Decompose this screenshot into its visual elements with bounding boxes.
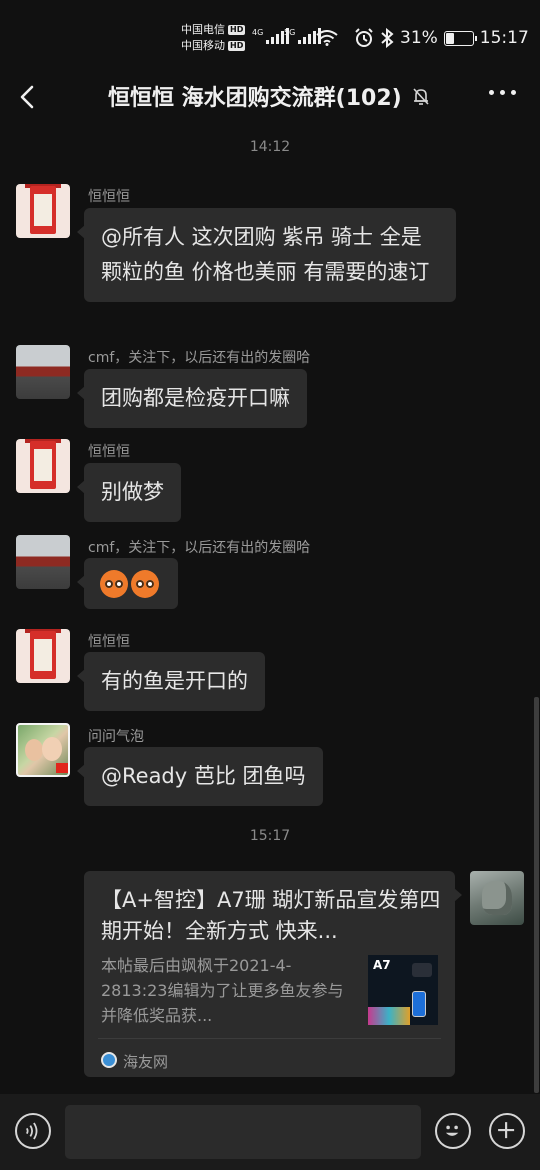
battery-icon (443, 30, 477, 46)
link-card-title: 【A+智控】A7珊 瑚灯新品宣发第四期开始！全新方式 快来... (101, 888, 441, 943)
hd-badge: HD (228, 25, 246, 35)
sender-name: cmf，关注下，以后还有出的发圈哈 (88, 540, 311, 556)
link-card-thumbnail: A7 (368, 955, 438, 1025)
link-card[interactable]: 【A+智控】A7珊 瑚灯新品宣发第四期开始！全新方式 快来... 本帖最后由飒枫… (84, 871, 462, 1077)
bluetooth-icon (381, 28, 394, 48)
status-bar: 中国电信 HD 中国移动 HD 4G 5G 31% 15:17 (0, 0, 540, 80)
avatar[interactable] (16, 345, 70, 399)
voice-input-button[interactable] (15, 1113, 51, 1149)
avatar[interactable] (16, 629, 70, 683)
link-card-description: 本帖最后由飒枫于2021-4-2813:23编辑为了让更多鱼友参与并降低奖品获.… (101, 956, 344, 1025)
battery-percent: 31% (400, 28, 438, 48)
sender-name: cmf，关注下，以后还有出的发圈哈 (88, 350, 311, 366)
carrier-2: 中国移动 (181, 39, 225, 52)
emoji-button[interactable] (435, 1113, 471, 1149)
timestamp: 14:12 (249, 139, 291, 155)
wifi-icon (316, 30, 338, 46)
my-avatar[interactable] (470, 871, 524, 925)
more-options-button[interactable] (489, 90, 516, 95)
mute-bell-icon (413, 88, 429, 105)
timestamp: 15:17 (249, 828, 291, 844)
divider (98, 1038, 441, 1039)
chat-header: 恒恒恒 海水团购交流群(102) (0, 70, 540, 122)
avatar[interactable] (16, 439, 70, 493)
source-logo-icon (101, 1052, 117, 1068)
clock: 15:17 (479, 28, 529, 48)
avatar[interactable] (16, 535, 70, 589)
carrier-info: 中国电信 HD 中国移动 HD (181, 22, 246, 54)
message-bubble[interactable]: @所有人 这次团购 紫吊 骑士 全是颗粒的鱼 价格也美丽 有需要的速订 (77, 208, 456, 302)
more-functions-button[interactable] (489, 1113, 525, 1149)
message-bubble[interactable]: 团购都是检疫开口嘛 (77, 369, 307, 428)
scrollbar[interactable] (534, 697, 539, 1093)
emoji-icon (100, 570, 128, 598)
emoji-icon (131, 570, 159, 598)
chat-title: 恒恒恒 海水团购交流群(102) (108, 86, 402, 111)
message-input[interactable] (65, 1105, 421, 1159)
sender-name: 恒恒恒 (88, 634, 130, 650)
message-bubble[interactable] (77, 558, 178, 609)
message-bubble[interactable]: 有的鱼是开口的 (77, 652, 265, 711)
avatar[interactable] (16, 723, 70, 777)
input-bar (0, 1094, 540, 1170)
message-bubble[interactable]: 别做梦 (77, 463, 181, 522)
back-button[interactable] (14, 82, 44, 112)
alarm-icon (355, 28, 373, 47)
hd-badge: HD (228, 41, 246, 51)
sender-name: 恒恒恒 (88, 444, 130, 460)
avatar[interactable] (16, 184, 70, 238)
sender-name: 问问气泡 (88, 729, 144, 745)
sender-name: 恒恒恒 (88, 189, 130, 205)
message-bubble[interactable]: @Ready 芭比 团鱼吗 (77, 747, 323, 806)
carrier-1: 中国电信 (181, 23, 225, 36)
link-card-source: 海友网 (123, 1053, 169, 1071)
